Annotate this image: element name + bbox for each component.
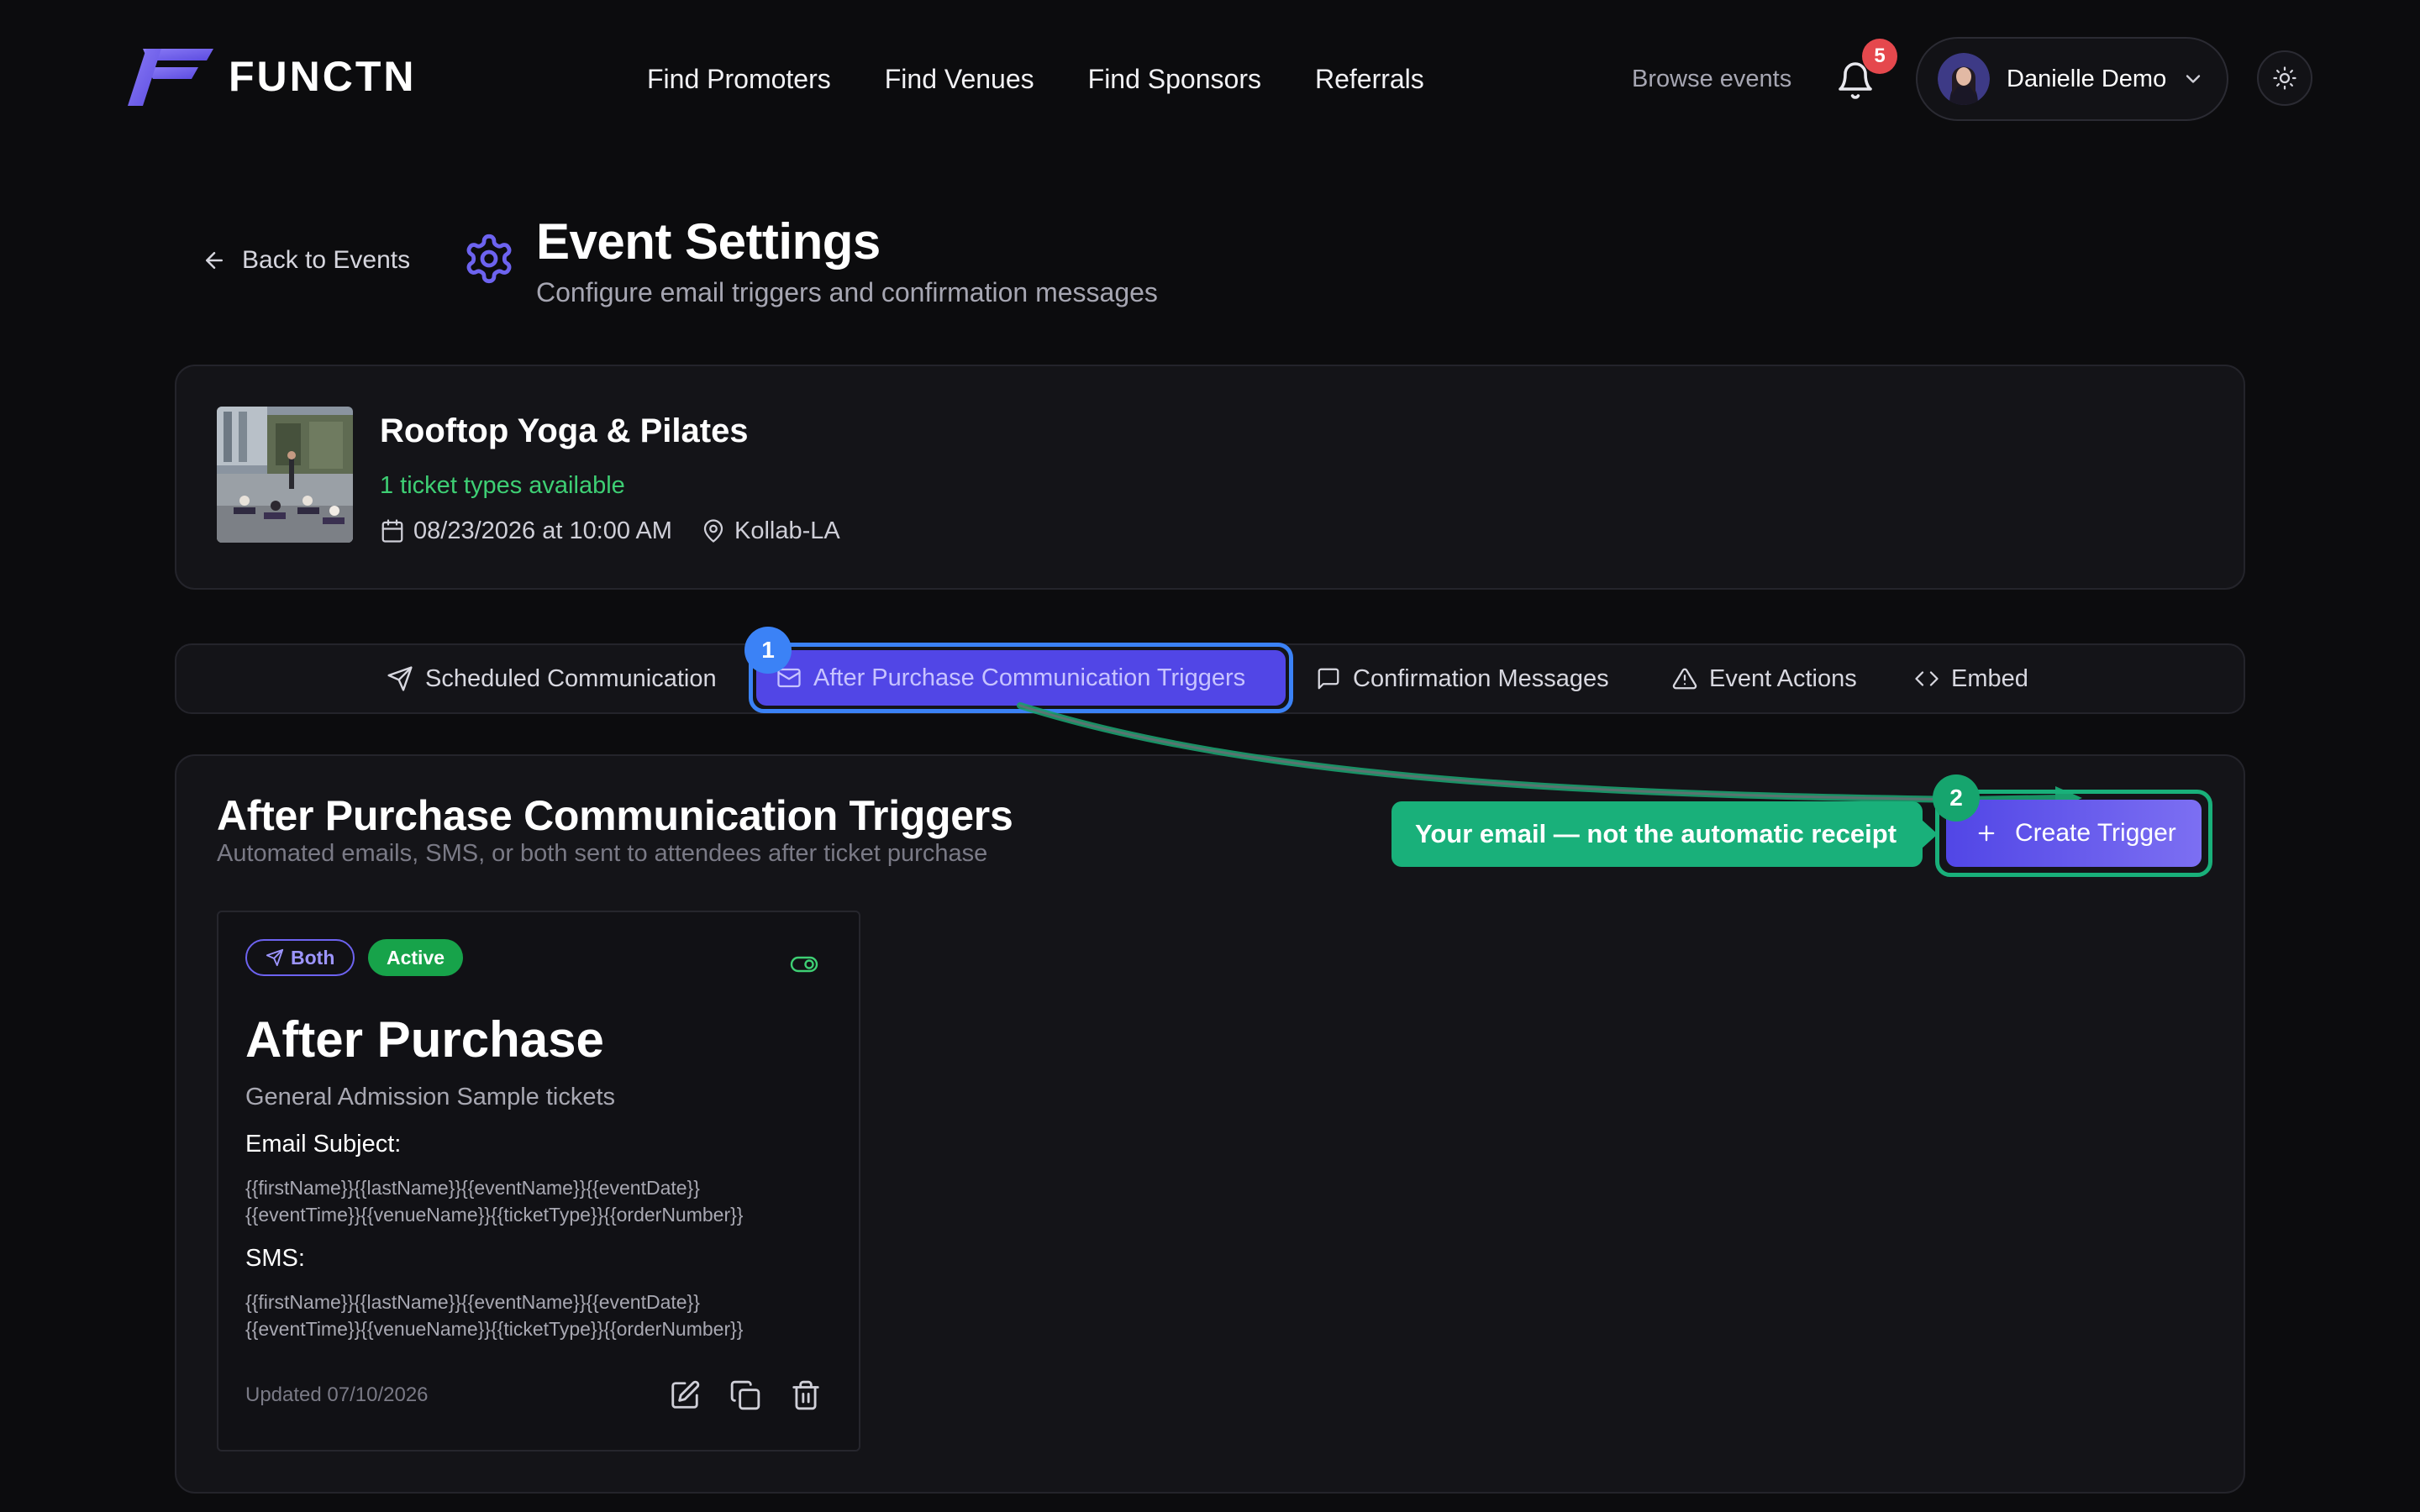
send-icon (387, 666, 413, 691)
event-date-time: 08/23/2026 at 10:00 AM (413, 517, 672, 544)
user-name: Danielle Demo (2007, 66, 2167, 92)
page-subtitle: Configure email triggers and confirmatio… (536, 277, 1158, 307)
tab-after-purchase-triggers[interactable]: After Purchase Communication Triggers (756, 650, 1286, 706)
functn-logo-icon (128, 49, 213, 106)
event-venue: Kollab-LA (734, 517, 840, 544)
section-title: After Purchase Communication Triggers (217, 792, 1013, 839)
channel-badge: Both (245, 939, 355, 976)
notification-badge: 5 (1862, 39, 1897, 74)
main-nav: Find Promoters Find Venues Find Sponsors… (647, 60, 1424, 97)
sun-icon (2273, 66, 2296, 90)
theme-toggle-button[interactable] (2257, 50, 2312, 106)
user-menu-button[interactable]: Danielle Demo (1916, 37, 2228, 121)
message-square-icon (1318, 668, 1339, 690)
ticket-availability: 1 ticket types available (380, 472, 625, 499)
edit-icon[interactable] (669, 1379, 701, 1411)
sms-label: SMS: (245, 1245, 305, 1272)
tab-event-actions[interactable]: Event Actions (1672, 655, 1857, 702)
send-icon (266, 948, 284, 967)
plus-icon (1978, 825, 1995, 842)
tab-label: Confirmation Messages (1353, 664, 1609, 692)
sms-line: {{firstName}}{{lastName}}{{eventName}}{{… (245, 1291, 700, 1313)
step-badge-2: 2 (1933, 774, 1980, 822)
status-badge: Active (368, 939, 464, 976)
updated-date: Updated 07/10/2026 (245, 1383, 429, 1406)
chevron-down-icon (2186, 75, 2201, 83)
toggle-on-icon[interactable] (790, 954, 818, 974)
trigger-ticket-types: General Admission Sample tickets (245, 1084, 616, 1110)
channel-badge-label: Both (291, 946, 335, 969)
back-to-events-link[interactable]: Back to Events (202, 244, 410, 277)
nav-find-promoters[interactable]: Find Promoters (647, 60, 831, 97)
trigger-name: After Purchase (245, 1011, 604, 1068)
calendar-icon (381, 519, 403, 543)
create-trigger-label: Create Trigger (2015, 819, 2176, 847)
tab-confirmation-messages[interactable]: Confirmation Messages (1316, 655, 1609, 702)
event-thumbnail (217, 407, 353, 543)
arrow-left-icon (206, 252, 223, 269)
alert-triangle-icon (1672, 668, 1697, 690)
event-summary-card: Rooftop Yoga & Pilates 1 ticket types av… (175, 365, 2245, 590)
section-subtitle: Automated emails, SMS, or both sent to a… (217, 840, 988, 867)
nav-find-sponsors[interactable]: Find Sponsors (1088, 60, 1261, 97)
nav-find-venues[interactable]: Find Venues (885, 60, 1034, 97)
tab-embed[interactable]: Embed (1914, 655, 2028, 702)
event-meta: 08/23/2026 at 10:00 AM Kollab-LA (380, 514, 840, 548)
back-to-events-label: Back to Events (242, 246, 411, 274)
email-subject-line: {{firstName}}{{lastName}}{{eventName}}{{… (245, 1177, 700, 1199)
code-icon (1915, 671, 1939, 686)
map-pin-icon (703, 519, 723, 543)
page-title: Event Settings (536, 213, 881, 270)
trash-icon[interactable] (790, 1379, 822, 1411)
brand-logo[interactable]: FUNCTN (128, 45, 417, 108)
browse-events-link[interactable]: Browse events (1632, 62, 1791, 96)
tab-label: After Purchase Communication Triggers (813, 664, 1246, 691)
brand-name: FUNCTN (229, 53, 417, 100)
event-name: Rooftop Yoga & Pilates (380, 412, 749, 449)
tab-scheduled-communication[interactable]: Scheduled Communication (387, 655, 717, 702)
tab-label: Scheduled Communication (425, 664, 717, 692)
email-subject-label: Email Subject: (245, 1131, 402, 1158)
settings-gear-icon (466, 234, 512, 284)
tab-label: Event Actions (1709, 664, 1857, 692)
callout-pointer (1921, 819, 1938, 849)
nav-referrals[interactable]: Referrals (1315, 60, 1424, 97)
sms-line: {{eventTime}}{{venueName}}{{ticketType}}… (245, 1318, 744, 1340)
avatar (1938, 53, 1990, 105)
email-subject-line: {{eventTime}}{{venueName}}{{ticketType}}… (245, 1204, 744, 1226)
step-badge-1: 1 (744, 627, 792, 674)
tab-label: Embed (1951, 664, 2028, 692)
copy-icon[interactable] (729, 1379, 761, 1411)
annotation-callout: Your email — not the automatic receipt (1392, 801, 1923, 867)
create-trigger-button[interactable]: Create Trigger (1946, 800, 2202, 867)
